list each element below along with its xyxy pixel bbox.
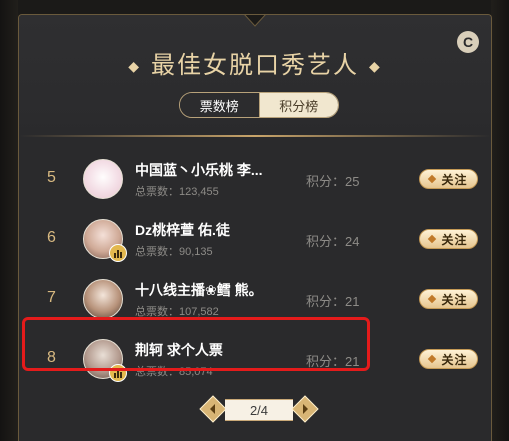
total-votes: 总票数：90,135 (135, 246, 213, 258)
score: 积分：25 (306, 174, 360, 189)
avatar[interactable] (83, 219, 127, 262)
score: 积分：24 (306, 234, 360, 249)
anchor-name[interactable]: 十八线主播❀鳕 熊。 (135, 280, 305, 300)
page-title-row: ◆ 最佳女脱口秀艺人 ◆ (19, 45, 491, 80)
prev-page-icon[interactable] (199, 395, 227, 423)
header-divider (19, 135, 491, 137)
title-dot-right-icon: ◆ (369, 58, 382, 75)
live-icon (109, 244, 127, 262)
avatar[interactable] (83, 339, 127, 382)
anchor-name[interactable]: 荆轲 求个人票 (135, 340, 305, 360)
list-item: 8 荆轲 求个人票 总票数：85,074 积分：21 关注 (19, 329, 491, 389)
header-notch-icon (244, 15, 266, 27)
list-item: 5 中国蓝丶小乐桃 李... 总票数：123,455 积分：25 关注 (19, 149, 491, 209)
rank-number: 6 (47, 229, 56, 246)
avatar-image (83, 159, 123, 199)
plus-icon (428, 174, 437, 184)
score: 积分：21 (306, 354, 360, 369)
follow-button[interactable]: 关注 (419, 289, 478, 309)
follow-label: 关注 (441, 292, 468, 307)
tab-points[interactable]: 积分榜 (259, 93, 338, 117)
live-icon (109, 364, 127, 382)
next-page-icon[interactable] (291, 395, 319, 423)
follow-button[interactable]: 关注 (419, 349, 478, 369)
rank-number: 5 (47, 169, 56, 186)
rank-number: 8 (47, 349, 56, 366)
ranking-panel: C ◆ 最佳女脱口秀艺人 ◆ 票数榜 积分榜 5 中国蓝丶小乐桃 李... 总票数：… (18, 14, 492, 441)
rank-tabs: 票数榜 积分榜 (179, 92, 339, 118)
total-votes: 总票数：85,074 (135, 366, 213, 378)
tab-votes[interactable]: 票数榜 (180, 93, 260, 117)
page-indicator: 2/4 (225, 399, 293, 421)
follow-label: 关注 (441, 232, 468, 247)
follow-button[interactable]: 关注 (419, 229, 478, 249)
title-dot-left-icon: ◆ (128, 58, 141, 75)
page-title: 最佳女脱口秀艺人 (151, 52, 359, 79)
score: 积分：21 (306, 294, 360, 309)
follow-label: 关注 (441, 172, 468, 187)
background-right (491, 0, 509, 441)
plus-icon (428, 354, 437, 364)
background-left (0, 0, 18, 441)
avatar[interactable] (83, 159, 123, 199)
pagination: 2/4 (197, 393, 321, 425)
plus-icon (428, 294, 437, 304)
avatar[interactable] (83, 279, 123, 319)
plus-icon (428, 234, 437, 244)
list-item: 6 Dz桃梓萱 佑.徒 总票数：90,135 积分：24 关注 (19, 209, 491, 269)
total-votes: 总票数：107,582 (135, 306, 219, 318)
avatar-image (83, 279, 123, 319)
total-votes: 总票数：123,455 (135, 186, 219, 198)
rank-number: 7 (47, 289, 56, 306)
follow-button[interactable]: 关注 (419, 169, 478, 189)
list-item: 7 十八线主播❀鳕 熊。 总票数：107,582 积分：21 关注 (19, 269, 491, 329)
follow-label: 关注 (441, 352, 468, 367)
anchor-name[interactable]: 中国蓝丶小乐桃 李... (135, 160, 305, 180)
anchor-name[interactable]: Dz桃梓萱 佑.徒 (135, 220, 305, 240)
